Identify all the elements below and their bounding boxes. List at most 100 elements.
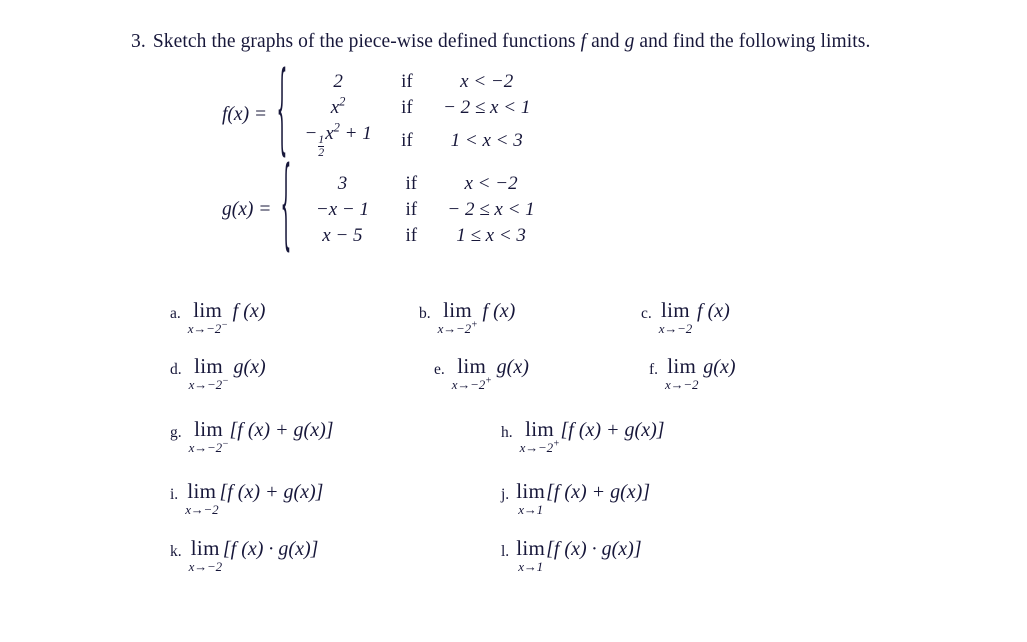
lim-text: lim	[516, 536, 546, 560]
limit-approach: x→−2	[188, 559, 222, 574]
limit-approach: x→−2	[188, 440, 222, 455]
limit-operator: lim x→−2	[659, 300, 692, 336]
limit-label-h: h.	[501, 424, 513, 441]
piecewise-f-row-3-if: if	[401, 130, 413, 152]
fraction-numerator: 1	[318, 133, 325, 147]
piecewise-g-row-3-expression: x − 5	[322, 225, 363, 246]
piecewise-definition-g: g(x) = { 3 if x < −2 −x − 1 if − 2 ≤ x <…	[222, 152, 551, 263]
limit-operator: lim x→−2+	[451, 354, 492, 392]
limit-side-sign: −	[221, 375, 229, 387]
limit-item-h: h. lim x→−2+ [f (x) + g(x)]	[501, 419, 665, 455]
limit-operator: lim x→−2+	[437, 300, 478, 336]
limit-operator: lim x→−2	[189, 536, 222, 574]
limit-expression-h: lim x→−2+ [f (x) + g(x)]	[520, 419, 665, 455]
limit-label-g: g.	[170, 424, 182, 441]
limit-item-i: i. lim x→−2 [f (x) + g(x)]	[170, 479, 324, 517]
limit-label-f: f.	[649, 361, 659, 378]
limit-item-l: l. lim x→1 [f (x) · g(x)]	[501, 536, 642, 574]
piecewise-f-row-2-base: x	[330, 97, 340, 118]
prompt-function-f: f	[580, 31, 587, 52]
piecewise-f-row-3-condition: 1 < x < 3	[450, 130, 523, 152]
problem-prompt: 3. Sketch the graphs of the piece-wise de…	[131, 31, 870, 53]
limit-item-d: d. lim x→−2− g(x)	[170, 356, 266, 392]
prompt-conjunction: and	[591, 31, 620, 52]
problem-number: 3.	[131, 31, 146, 52]
limit-subscript: x→1	[518, 560, 543, 573]
limit-label-d: d.	[170, 361, 182, 378]
limit-expression-f: lim x→−2 g(x)	[665, 354, 735, 392]
limit-subscript: x→−2−	[188, 375, 229, 392]
limit-label-j: j.	[501, 486, 510, 503]
limit-item-b: b. lim x→−2+ f (x)	[419, 300, 516, 336]
lim-text: lim	[667, 354, 697, 378]
piecewise-f-row-3-minus: −	[304, 123, 318, 144]
limit-label-e: e.	[434, 361, 445, 378]
piecewise-g-row-1-condition: x < −2	[464, 173, 518, 194]
limit-expression-c: lim x→−2 f (x)	[659, 300, 730, 336]
limit-subscript: x→−2	[185, 503, 218, 516]
piecewise-f-row-2-exponent: 2	[339, 94, 346, 109]
limit-expression-b: lim x→−2+ f (x)	[437, 300, 516, 336]
limit-expression-e: lim x→−2+ g(x)	[451, 354, 529, 392]
limit-approach: x→−2	[451, 377, 486, 392]
piecewise-g-row-3-if: if	[405, 225, 418, 246]
limit-body: [f (x) · g(x)]	[222, 538, 319, 560]
limit-label-a: a.	[170, 305, 181, 322]
lim-text: lim	[190, 536, 220, 560]
limit-approach: x→−2	[188, 377, 222, 392]
limit-operator: lim x→−2	[665, 354, 698, 392]
limit-body: [f (x) + g(x)]	[219, 481, 324, 503]
limit-side-sign: −	[221, 319, 228, 331]
piecewise-g-row-2-expression: −x − 1	[315, 199, 369, 220]
piecewise-f-lhs: f(x) =	[222, 104, 268, 126]
limit-label-i: i.	[170, 486, 179, 503]
limit-operator: lim x→−2	[185, 479, 218, 517]
limit-item-c: c. lim x→−2 f (x)	[641, 300, 730, 336]
piecewise-g-row-1-if: if	[405, 173, 418, 194]
piecewise-f-row-3-expression: −1 2 x2 + 1	[291, 120, 387, 161]
piecewise-f-row-3-fraction: 12	[318, 133, 325, 159]
piecewise-f-row-1-condition: x < −2	[460, 71, 514, 92]
limit-operator: lim x→−2−	[188, 356, 229, 392]
limit-expression-i: lim x→−2 [f (x) + g(x)]	[185, 479, 324, 517]
piecewise-definition-f: f(x) = { 2 if x < −2 x2 if − 2 ≤ x < 1 −…	[222, 57, 547, 168]
limit-subscript: x→−2	[659, 322, 692, 335]
piecewise-f-row-2-if: if	[401, 97, 413, 118]
limit-subscript: x→−2+	[451, 376, 492, 392]
limit-body: g(x)	[496, 356, 529, 378]
lim-text: lim	[187, 479, 217, 503]
piecewise-f-row-1-if: if	[401, 71, 413, 92]
limit-expression-g: lim x→−2− [f (x) + g(x)]	[188, 419, 334, 455]
limit-subscript: x→−2+	[437, 319, 478, 336]
limit-body: g(x)	[233, 356, 266, 378]
limit-item-j: j. lim x→1 [f (x) + g(x)]	[501, 481, 650, 517]
limit-body: [f (x) + g(x)]	[560, 419, 665, 441]
prompt-text-part-2: and find the following limits.	[639, 31, 871, 52]
limit-expression-k: lim x→−2 [f (x) · g(x)]	[189, 536, 319, 574]
limit-subscript: x→−2+	[520, 439, 560, 454]
prompt-function-g: g	[624, 31, 635, 52]
limit-subscript: x→−2−	[188, 439, 229, 455]
limit-operator: lim x→−2+	[520, 419, 560, 455]
limit-item-k: k. lim x→−2 [f (x) · g(x)]	[170, 536, 319, 574]
limit-approach: x→−2	[437, 321, 471, 336]
limit-label-k: k.	[170, 543, 182, 560]
limit-subscript: x→−2	[189, 560, 222, 573]
limit-side-sign: +	[470, 319, 478, 331]
piecewise-g-row-2-condition: − 2 ≤ x < 1	[447, 199, 535, 220]
lim-text: lim	[457, 354, 487, 378]
limit-approach: x→−2	[658, 321, 693, 336]
piecewise-g-row-2-if: if	[405, 199, 418, 220]
limit-body: f (x)	[232, 300, 266, 322]
limit-approach: x→−2	[187, 321, 222, 336]
piecewise-g-row-3-condition: 1 ≤ x < 3	[456, 225, 526, 246]
limit-approach: x→−2	[185, 502, 219, 517]
limit-expression-j: lim x→1 [f (x) + g(x)]	[516, 481, 650, 517]
limit-approach: x→1	[518, 559, 543, 574]
piecewise-f-row-3-exponent: 2	[333, 120, 340, 135]
piecewise-g-rows: 3 if x < −2 −x − 1 if − 2 ≤ x < 1 x − 5 …	[295, 172, 551, 248]
limit-operator: lim x→−2−	[188, 419, 229, 455]
piecewise-f-row-2-condition: − 2 ≤ x < 1	[443, 97, 531, 118]
piecewise-f-row-3-tail: + 1	[344, 123, 372, 144]
limit-body: [f (x) · g(x)]	[546, 538, 642, 560]
